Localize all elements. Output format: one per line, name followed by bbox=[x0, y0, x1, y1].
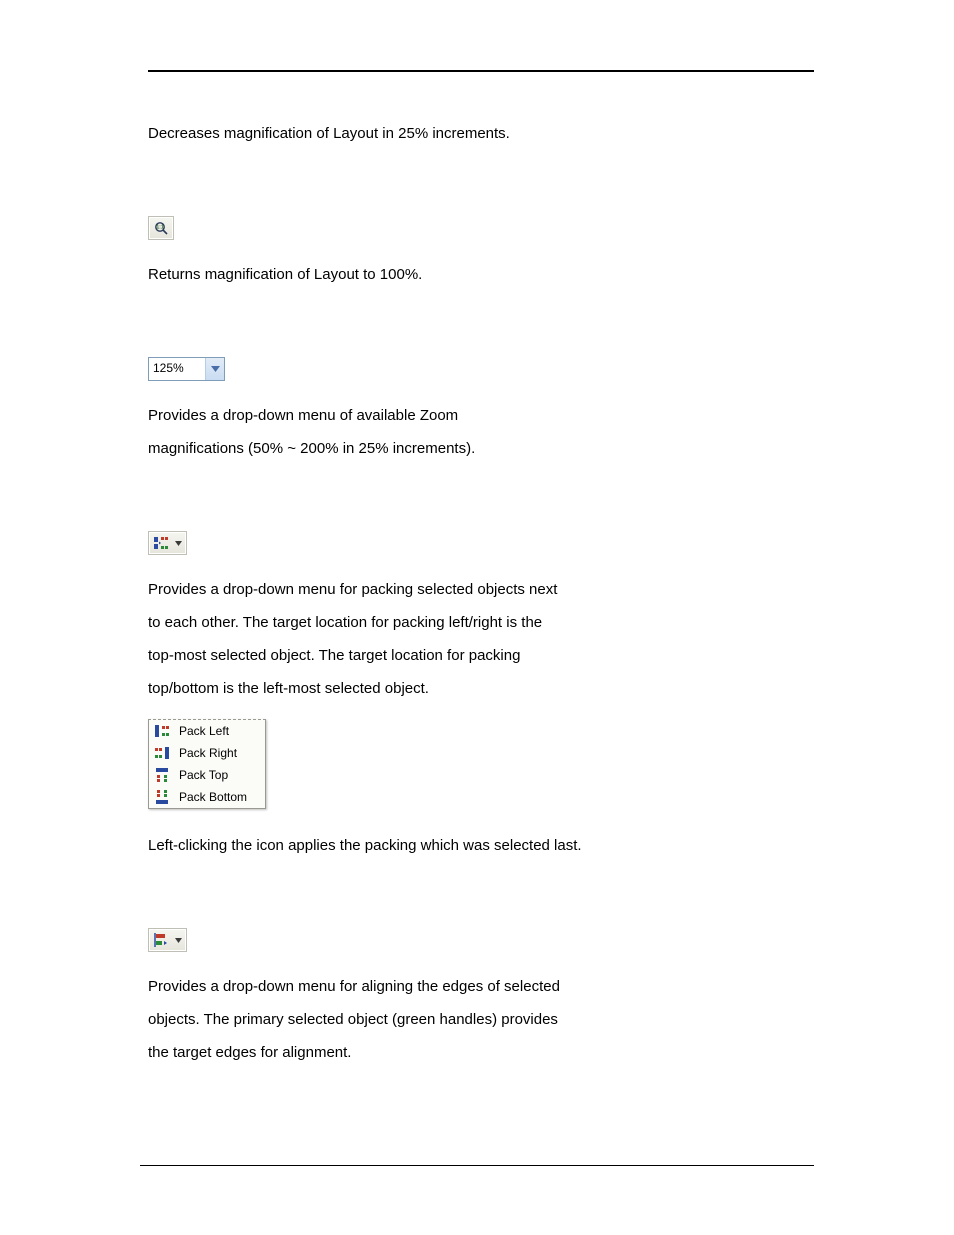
pack-description-l1: Provides a drop-down menu for packing se… bbox=[148, 573, 648, 606]
pack-dropdown-button[interactable] bbox=[148, 531, 187, 555]
pack-bottom-icon bbox=[153, 788, 171, 806]
zoom-select-description-l2: magnifications (50% ~ 200% in 25% increm… bbox=[148, 432, 648, 465]
menu-item-label: Pack Right bbox=[179, 746, 237, 760]
zoom-100-icon: 1:1 bbox=[153, 220, 169, 236]
pack-description-l4: top/bottom is the left-most selected obj… bbox=[148, 672, 648, 705]
chevron-down-icon bbox=[175, 541, 182, 546]
pack-top-item[interactable]: Pack Top bbox=[149, 764, 265, 786]
align-description-l2: objects. The primary selected object (gr… bbox=[148, 1003, 648, 1036]
zoom-out-description: Decreases magnification of Layout in 25%… bbox=[148, 117, 648, 150]
header-rule bbox=[148, 70, 814, 72]
chevron-down-icon bbox=[205, 358, 224, 380]
pack-description-l3: top-most selected object. The target loc… bbox=[148, 639, 648, 672]
zoom-100-description: Returns magnification of Layout to 100%. bbox=[148, 258, 648, 291]
document-page: Decreases magnification of Layout in 25%… bbox=[0, 0, 954, 1235]
chevron-down-icon bbox=[175, 938, 182, 943]
menu-item-label: Pack Top bbox=[179, 768, 228, 782]
pack-left-item[interactable]: Pack Left bbox=[149, 720, 265, 742]
pack-right-icon bbox=[153, 744, 171, 762]
menu-item-label: Pack Left bbox=[179, 724, 229, 738]
zoom-100-button[interactable]: 1:1 bbox=[148, 216, 174, 240]
align-icon bbox=[153, 932, 169, 948]
pack-left-icon bbox=[153, 722, 171, 740]
pack-note: Left-clicking the icon applies the packi… bbox=[148, 829, 648, 862]
pack-description-l2: to each other. The target location for p… bbox=[148, 606, 648, 639]
menu-item-label: Pack Bottom bbox=[179, 790, 247, 804]
zoom-select-description-l1: Provides a drop-down menu of available Z… bbox=[148, 399, 648, 432]
pack-menu: Pack Left Pack Right bbox=[148, 719, 266, 809]
pack-icon bbox=[153, 535, 169, 551]
svg-text:1:1: 1:1 bbox=[156, 225, 163, 231]
pack-bottom-item[interactable]: Pack Bottom bbox=[149, 786, 265, 808]
zoom-level-value: 125% bbox=[149, 358, 205, 380]
pack-top-icon bbox=[153, 766, 171, 784]
footer-rule bbox=[140, 1165, 814, 1166]
align-dropdown-button[interactable] bbox=[148, 928, 187, 952]
align-description-l1: Provides a drop-down menu for aligning t… bbox=[148, 970, 648, 1003]
pack-right-item[interactable]: Pack Right bbox=[149, 742, 265, 764]
zoom-level-select[interactable]: 125% bbox=[148, 357, 225, 381]
align-description-l3: the target edges for alignment. bbox=[148, 1036, 648, 1069]
